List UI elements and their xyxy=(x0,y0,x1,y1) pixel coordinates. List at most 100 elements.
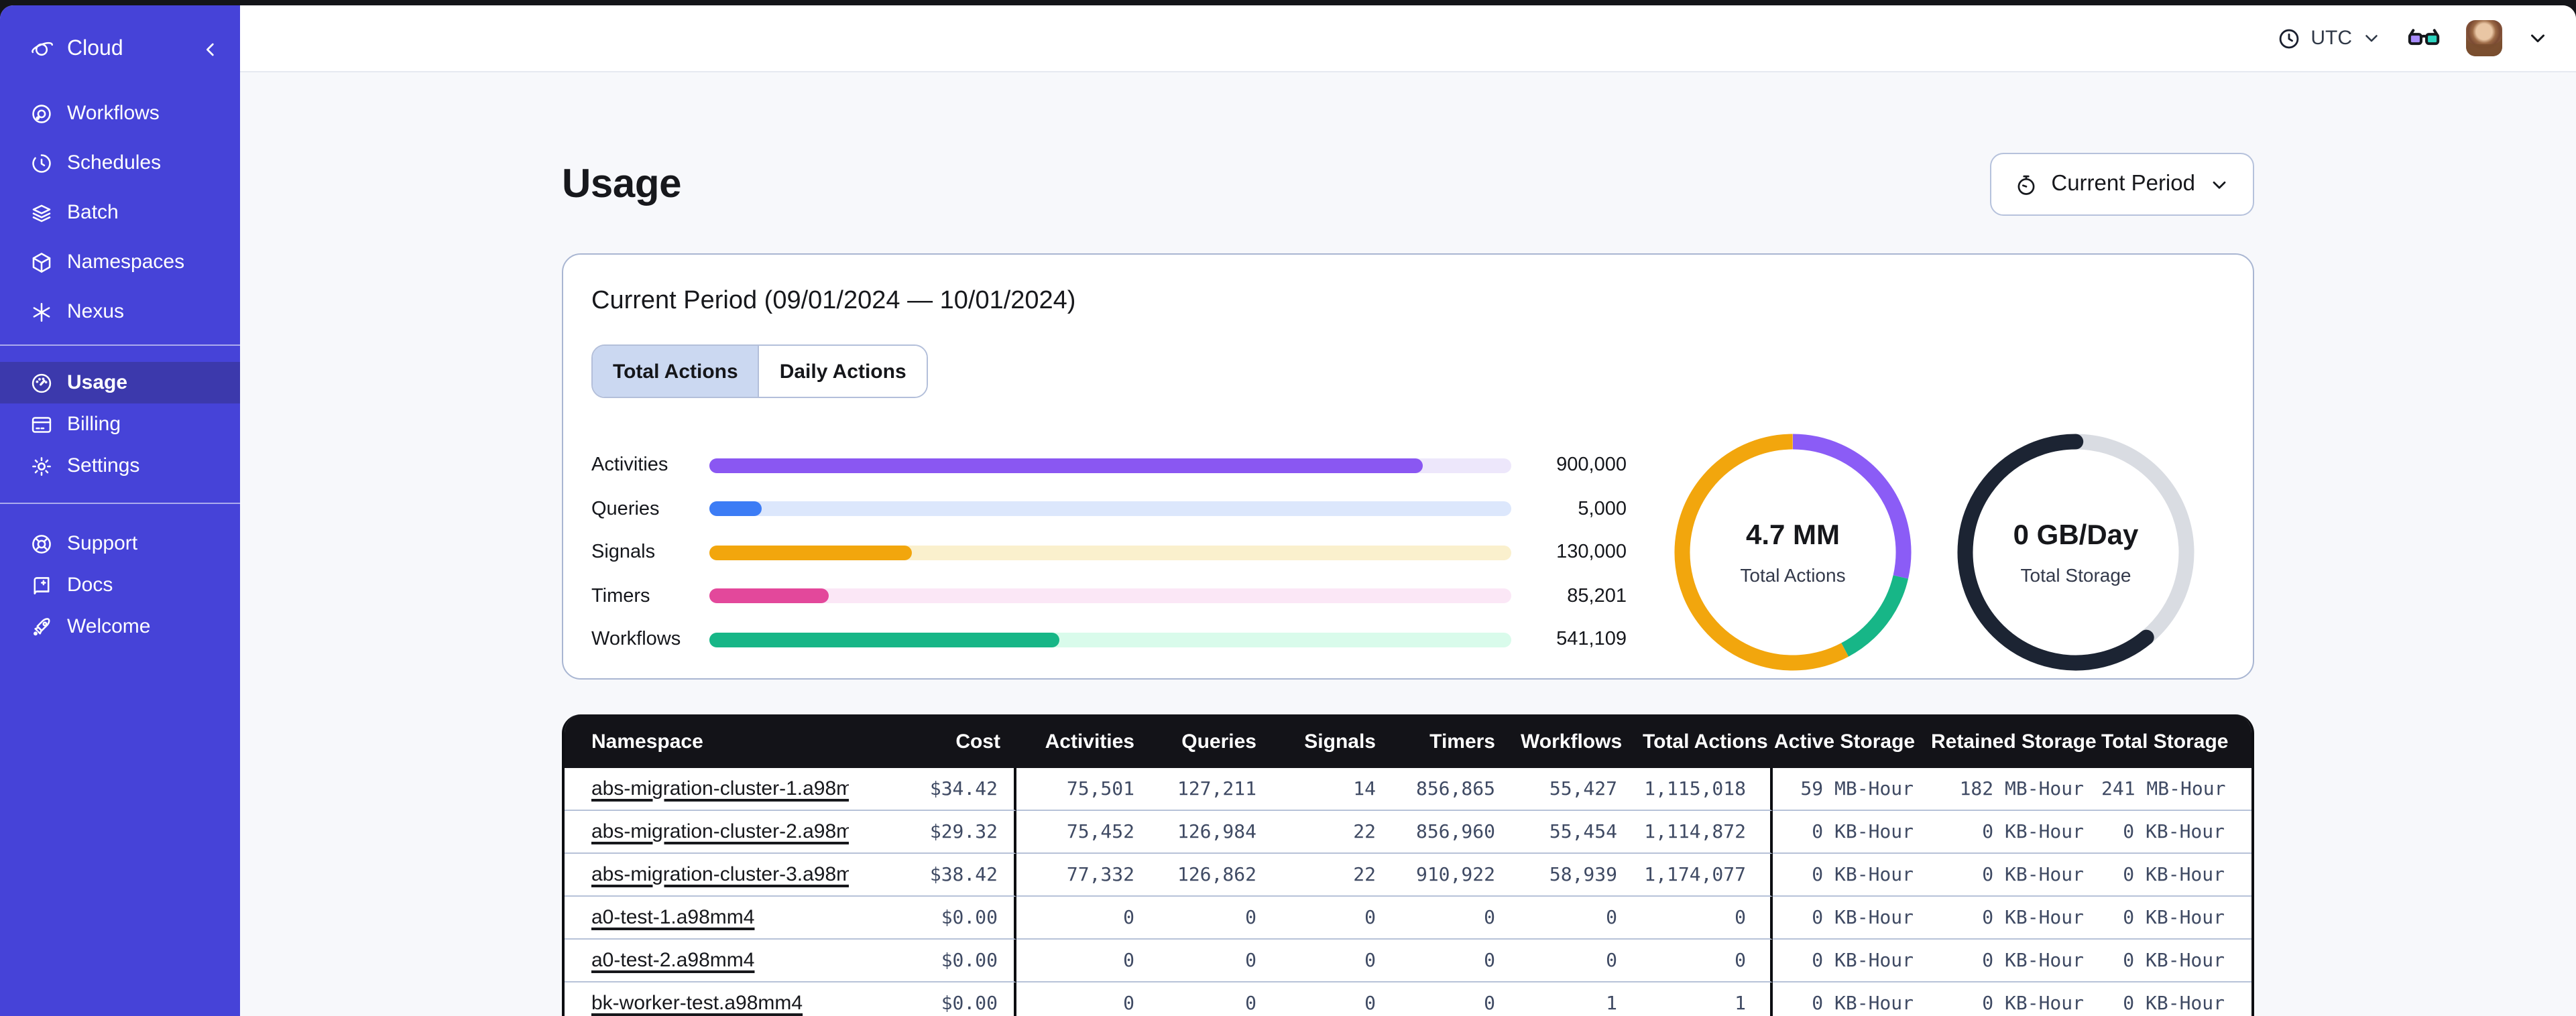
cell-active-storage: 0 KB-Hour xyxy=(1773,811,1930,854)
bar-track xyxy=(709,501,1511,516)
sidebar-item-welcome[interactable]: Welcome xyxy=(0,606,240,647)
bar-row-queries: Queries 5,000 xyxy=(591,487,1627,531)
cell-retained-storage: 0 KB-Hour xyxy=(1930,854,2100,897)
cell-active-storage: 0 KB-Hour xyxy=(1773,940,1930,982)
namespace-link[interactable]: abs-migration-cluster-1.a98mm4 xyxy=(591,777,849,800)
sidebar-item-batch[interactable]: Batch xyxy=(0,188,240,237)
table-row: abs-migration-cluster-3.a98mm4$38.4277,3… xyxy=(565,854,2251,897)
user-avatar[interactable] xyxy=(2466,20,2502,56)
batch-icon xyxy=(30,200,54,225)
sidebar-nav-help: Support Docs Welcome xyxy=(0,504,240,666)
column-header-activities: Activities xyxy=(1016,714,1159,768)
sidebar-item-settings[interactable]: Settings xyxy=(0,445,240,487)
cell-activities: 75,452 xyxy=(1016,811,1159,854)
sidebar-item-support[interactable]: Support xyxy=(0,523,240,564)
cell-namespace: abs-migration-cluster-3.a98mm4 xyxy=(565,854,849,897)
column-header-workflows: Workflows xyxy=(1519,714,1641,768)
actions-bar-chart: Activities 900,000 Queries 5,000 Signals 130,… xyxy=(591,444,1627,661)
sidebar-item-schedules[interactable]: Schedules xyxy=(0,138,240,188)
namespace-link[interactable]: abs-migration-cluster-3.a98mm4 xyxy=(591,863,849,885)
column-header-queries: Queries xyxy=(1159,714,1281,768)
column-header-namespace: Namespace xyxy=(565,714,849,768)
actions-tab-group: Total Actions Daily Actions xyxy=(591,344,928,398)
column-header-signals: Signals xyxy=(1281,714,1400,768)
cell-workflows: 58,939 xyxy=(1519,854,1641,897)
sidebar: Cloud Workflows Schedules Batch Namespaces N… xyxy=(0,5,240,1016)
cell-total-storage: 0 KB-Hour xyxy=(2100,897,2251,940)
workflows-icon xyxy=(30,101,54,125)
cell-workflows: 55,427 xyxy=(1519,768,1641,811)
cell-activities: 0 xyxy=(1016,897,1159,940)
panel-body: Activities 900,000 Queries 5,000 Signals 130,… xyxy=(591,433,2225,672)
bar-row-workflows: Workflows 541,109 xyxy=(591,618,1627,661)
user-menu-button[interactable] xyxy=(2526,27,2549,50)
cell-queries: 126,984 xyxy=(1159,811,1281,854)
cell-cost: $0.00 xyxy=(849,897,1016,940)
cell-timers: 0 xyxy=(1400,897,1519,940)
cell-workflows: 55,454 xyxy=(1519,811,1641,854)
cell-total-actions: 1,174,077 xyxy=(1641,854,1773,897)
table-row: abs-migration-cluster-1.a98mm4$34.4275,5… xyxy=(565,768,2251,811)
panel-title: Current Period (09/01/2024 — 10/01/2024) xyxy=(591,287,1076,315)
cell-timers: 0 xyxy=(1400,940,1519,982)
billing-icon xyxy=(30,412,54,436)
column-header-total-storage: Total Storage xyxy=(2100,714,2251,768)
sidebar-item-namespaces[interactable]: Namespaces xyxy=(0,237,240,287)
summary-donuts: 4.7 MM Total Actions 0 GB/Day Total Storage xyxy=(1674,433,2195,672)
donut-label: Total Storage xyxy=(2020,564,2131,585)
cell-total-storage: 241 MB-Hour xyxy=(2100,768,2251,811)
sidebar-brand[interactable]: Cloud xyxy=(0,16,240,83)
cell-namespace: abs-migration-cluster-2.a98mm4 xyxy=(565,811,849,854)
cell-signals: 0 xyxy=(1281,940,1400,982)
table-row: a0-test-2.a98mm4 $0.00 0 0 0 0 0 0 0 KB-Hour 0 KB… xyxy=(565,940,2251,982)
namespace-link[interactable]: abs-migration-cluster-2.a98mm4 xyxy=(591,820,849,842)
welcome-icon xyxy=(30,615,54,639)
timezone-selector[interactable]: UTC xyxy=(2277,26,2382,50)
bar-fill xyxy=(709,545,913,560)
cell-signals: 0 xyxy=(1281,897,1400,940)
sidebar-item-docs[interactable]: Docs xyxy=(0,564,240,606)
bar-value: 541,109 xyxy=(1556,629,1627,650)
cell-total-actions: 0 xyxy=(1641,940,1773,982)
glasses-button[interactable] xyxy=(2406,20,2442,56)
sidebar-item-nexus[interactable]: Nexus xyxy=(0,287,240,336)
period-selector-button[interactable]: Current Period xyxy=(1989,153,2254,216)
namespace-link[interactable]: a0-test-2.a98mm4 xyxy=(591,948,754,971)
sidebar-item-label: Usage xyxy=(67,371,128,394)
bar-value: 5,000 xyxy=(1578,498,1627,519)
sidebar-item-usage[interactable]: Usage xyxy=(0,362,240,403)
bar-label: Workflows xyxy=(591,629,681,650)
sidebar-item-label: Namespaces xyxy=(67,251,185,273)
usage-icon xyxy=(30,371,54,395)
cell-total-actions: 0 xyxy=(1641,897,1773,940)
stopwatch-icon xyxy=(2013,172,2038,196)
schedules-icon xyxy=(30,151,54,175)
cell-total-storage: 0 KB-Hour xyxy=(2100,940,2251,982)
cell-cost: $0.00 xyxy=(849,982,1016,1016)
bar-row-activities: Activities 900,000 xyxy=(591,444,1627,487)
sidebar-collapse-button[interactable] xyxy=(200,39,221,60)
bar-track xyxy=(709,458,1511,472)
donut-center: 4.7 MM Total Actions xyxy=(1674,433,1912,672)
nexus-icon xyxy=(30,300,54,324)
chevron-left-icon xyxy=(207,43,214,56)
sidebar-item-workflows[interactable]: Workflows xyxy=(0,88,240,138)
cell-cost: $34.42 xyxy=(849,768,1016,811)
tab-daily-actions[interactable]: Daily Actions xyxy=(758,346,927,397)
cell-timers: 856,960 xyxy=(1400,811,1519,854)
column-header-total-actions: Total Actions xyxy=(1641,714,1773,768)
glasses-icon xyxy=(2408,29,2440,46)
sidebar-item-label: Workflows xyxy=(67,102,160,125)
tab-total-actions[interactable]: Total Actions xyxy=(593,346,758,397)
cell-total-actions: 1,114,872 xyxy=(1641,811,1773,854)
bar-value: 900,000 xyxy=(1556,454,1627,476)
support-icon xyxy=(30,531,54,556)
bar-label: Activities xyxy=(591,454,668,476)
cell-retained-storage: 0 KB-Hour xyxy=(1930,811,2100,854)
cell-timers: 910,922 xyxy=(1400,854,1519,897)
cell-activities: 77,332 xyxy=(1016,854,1159,897)
chevron-down-icon xyxy=(2213,180,2226,188)
sidebar-item-billing[interactable]: Billing xyxy=(0,403,240,445)
namespace-link[interactable]: bk-worker-test.a98mm4 xyxy=(591,991,803,1014)
namespace-link[interactable]: a0-test-1.a98mm4 xyxy=(591,905,754,928)
